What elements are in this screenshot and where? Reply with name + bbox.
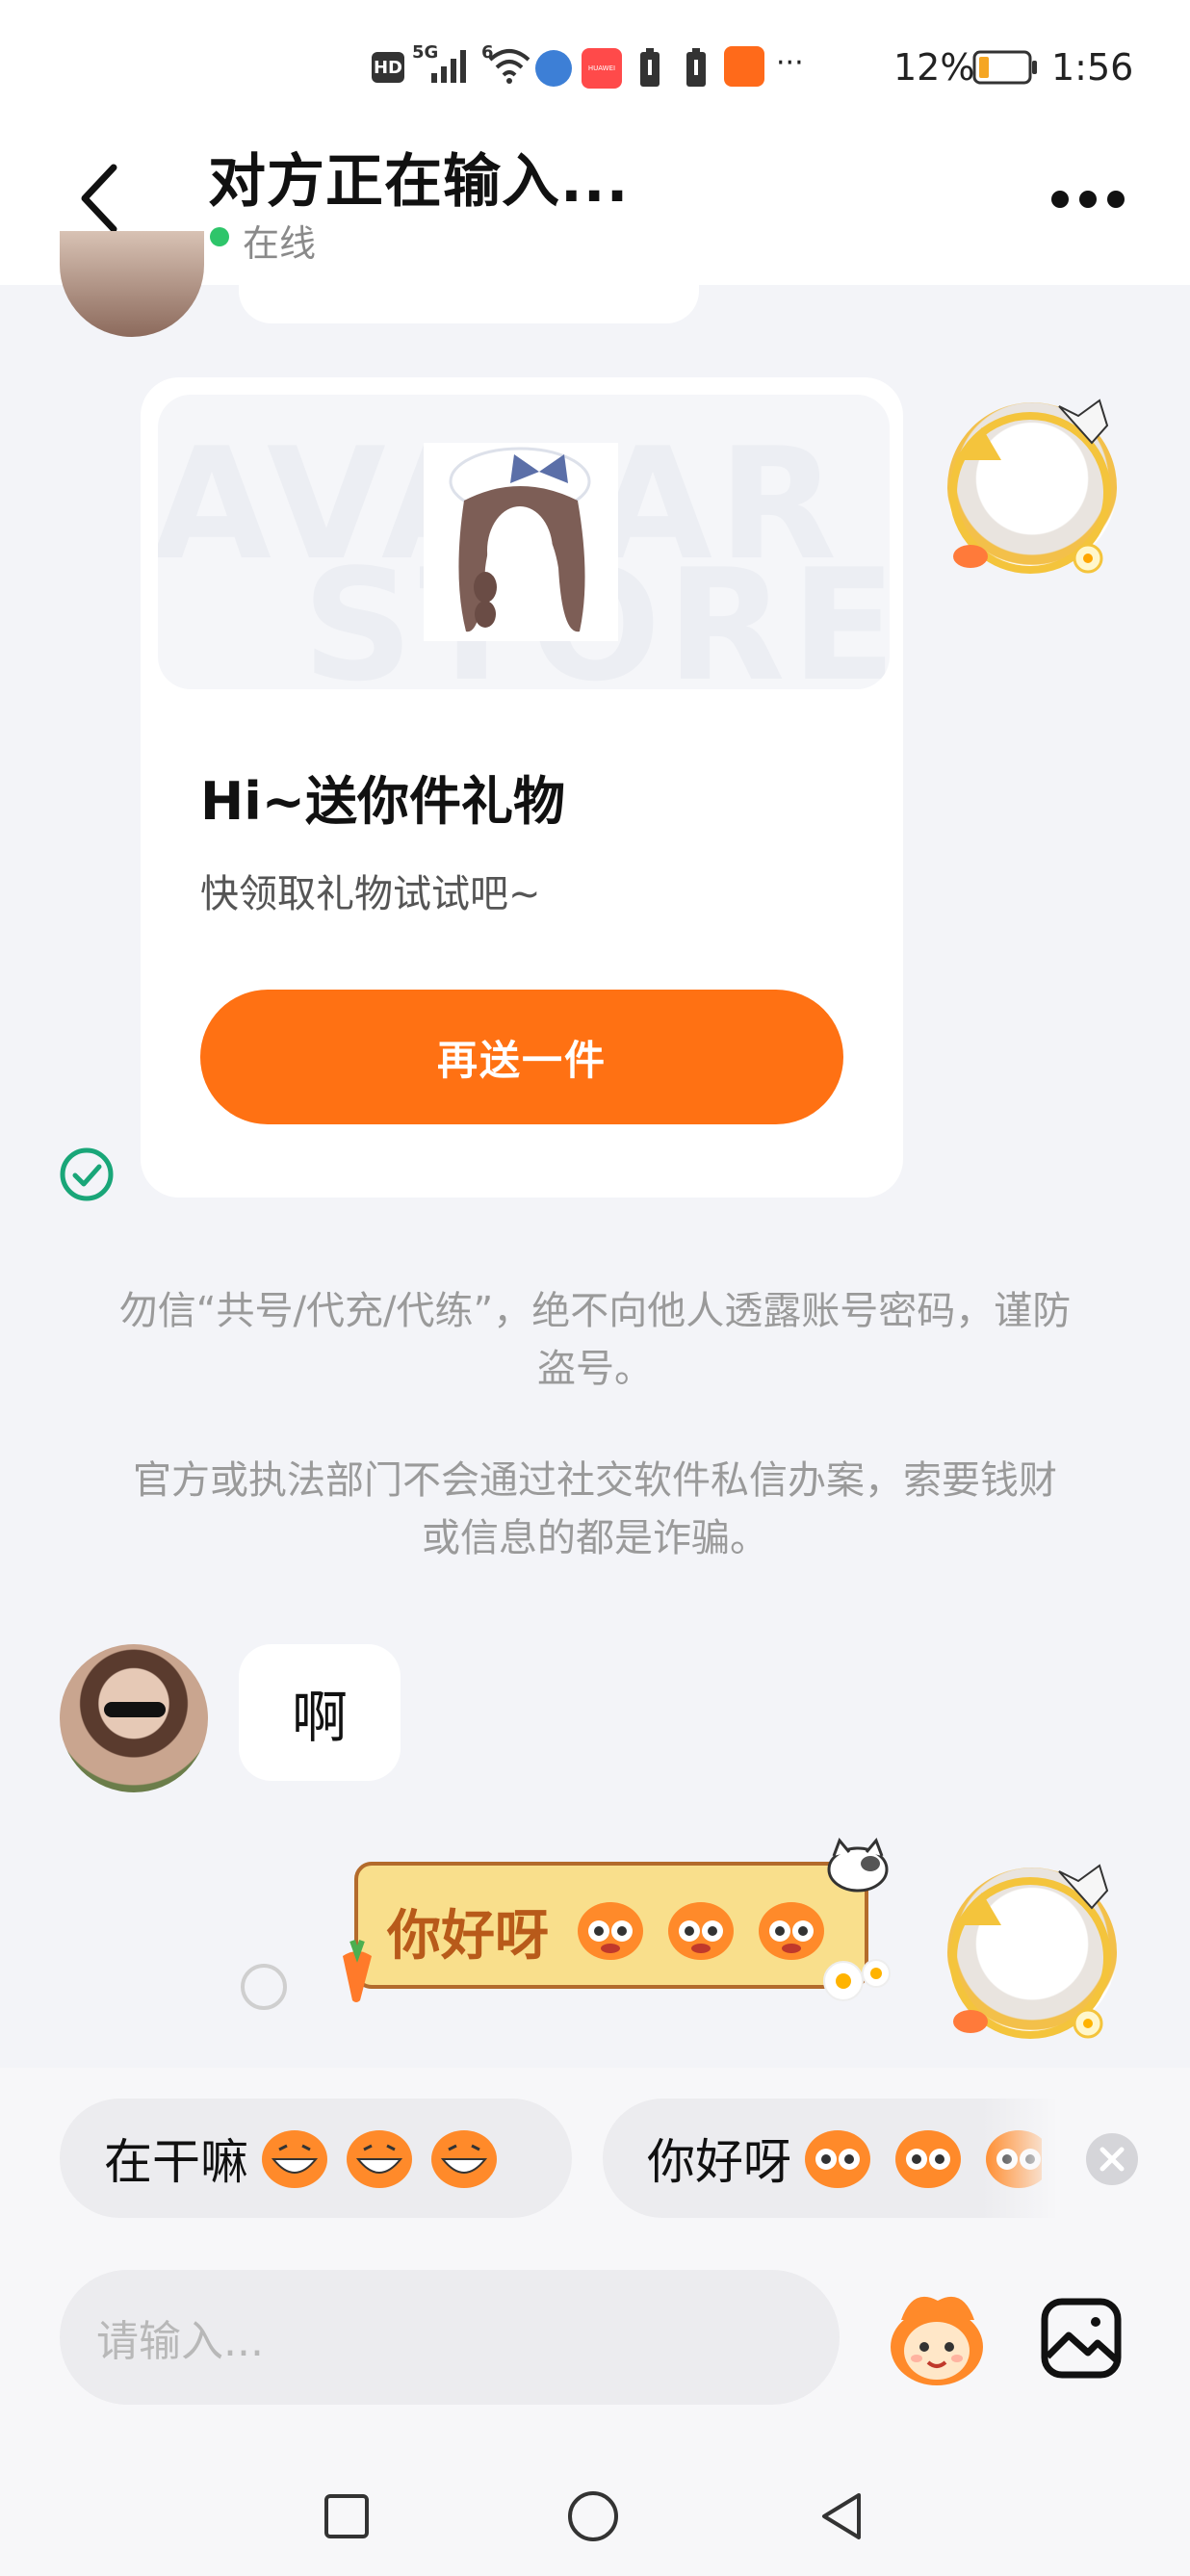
chip-fade [982, 2099, 1059, 2218]
recent-apps-icon[interactable] [322, 2491, 372, 2541]
sticker-faces-icon [578, 1902, 824, 1960]
gift-title: Hi~送你件礼物 [200, 771, 565, 832]
contact-avatar[interactable] [60, 1644, 208, 1792]
anti-theft-notice: 勿信“共号/代充/代练”，绝不向他人透露账号密码，谨防盗号。 [118, 1289, 1072, 1391]
outgoing-sticker-text: 你好呀 [387, 1905, 549, 1968]
incoming-message-bubble[interactable]: 啊 [239, 1644, 401, 1781]
gift-hair-image [424, 443, 618, 641]
image-gallery-icon[interactable] [1040, 2297, 1123, 2380]
egg-decoration-icon [823, 1959, 891, 2001]
more-dots-icon[interactable] [1049, 189, 1126, 210]
avatar-frame-icon-bottom [949, 1864, 1111, 2039]
signal-icon [431, 50, 466, 83]
previous-bubble-partial [239, 285, 699, 323]
close-circle-icon[interactable] [1084, 2131, 1140, 2187]
status-more: ··· [776, 46, 804, 80]
wifi-icon [488, 49, 530, 84]
nav-back-icon[interactable] [816, 2489, 867, 2543]
back-arrow-icon[interactable] [75, 162, 125, 235]
battery-percent: 12% [893, 46, 975, 89]
send-again-button[interactable]: 再送一件 [200, 990, 843, 1124]
hd-badge: HD [372, 52, 404, 83]
quick-reply-label-2: 你好呀 [647, 2134, 791, 2190]
avatar-frame-icon [949, 399, 1111, 574]
input-placeholder: 请输入... [96, 2317, 264, 2366]
battery-notification-icon [640, 48, 660, 87]
contact-avatar-partial[interactable] [60, 231, 204, 337]
sunglasses-decoration [104, 1702, 166, 1717]
read-check-icon [60, 1147, 114, 1201]
clock: 1:56 [1051, 46, 1134, 89]
anti-fraud-notice: 官方或执法部门不会通过社交软件私信办案，索要钱财或信息的都是诈骗。 [133, 1458, 1057, 1560]
cat-decoration-icon [827, 1838, 889, 1893]
carrot-decoration-icon [343, 1939, 372, 2002]
battery-icon [972, 50, 1037, 85]
battery-notification-icon-2 [686, 48, 706, 87]
sending-indicator [241, 1964, 287, 2010]
huawei-app-icon: HUAWEI [582, 48, 622, 89]
quick-reply-label: 在干嘛 [104, 2134, 248, 2190]
chat-title: 对方正在输入... [208, 148, 630, 216]
grin-face-icon [262, 2130, 497, 2188]
message-input[interactable]: 请输入... [60, 2270, 840, 2405]
online-status-label: 在线 [243, 222, 317, 265]
gift-subtitle: 快领取礼物试试吧~ [200, 872, 541, 916]
online-status-dot [210, 227, 229, 246]
quick-reply-chip[interactable]: 在干嘛 [60, 2099, 572, 2218]
app-notification-avatar-icon [535, 50, 572, 87]
kuaishou-app-icon [724, 46, 764, 87]
sticker-face-icon[interactable] [884, 2291, 990, 2387]
home-icon[interactable] [566, 2489, 620, 2543]
